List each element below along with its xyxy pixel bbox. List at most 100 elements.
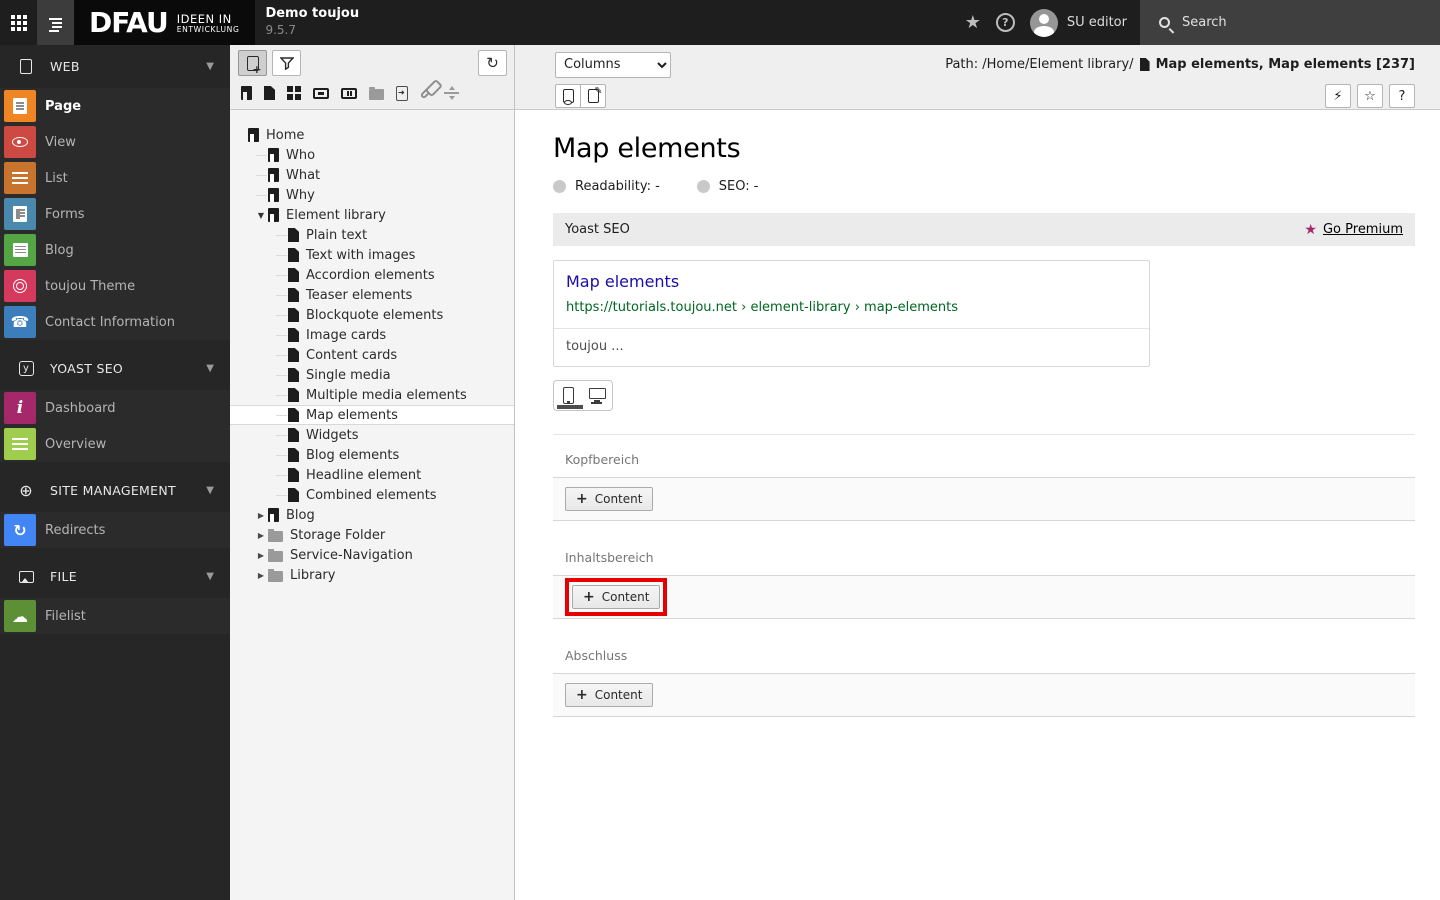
tree-node[interactable]: Widgets xyxy=(230,425,514,445)
collapse-arrow-icon[interactable] xyxy=(254,211,268,220)
sidebar-item-dashboard[interactable]: i Dashboard xyxy=(0,390,230,426)
divider-icon[interactable] xyxy=(444,86,459,100)
tree-node[interactable]: Text with images xyxy=(230,245,514,265)
search-icon xyxy=(1159,17,1170,28)
tree-node-service-navigation[interactable]: Service-Navigation xyxy=(230,545,514,565)
info-icon: i xyxy=(4,392,36,424)
section-inhaltsbereich: Inhaltsbereich Content xyxy=(553,550,1415,619)
tree-node-storage-folder[interactable]: Storage Folder xyxy=(230,525,514,545)
help-button[interactable]: ? xyxy=(1389,84,1415,108)
tree-node[interactable]: What xyxy=(230,165,514,185)
list-icon xyxy=(4,162,36,194)
filter-button[interactable] xyxy=(272,50,301,76)
clear-cache-button[interactable]: ⚡ xyxy=(1325,84,1351,108)
module-section-header-file[interactable]: FILE xyxy=(0,555,230,598)
page-icon xyxy=(248,128,259,142)
edit-page-button[interactable]: ✎ xyxy=(580,84,606,108)
standard-page-icon[interactable] xyxy=(241,86,252,100)
tree-node-library[interactable]: Library xyxy=(230,565,514,585)
module-section-header-web[interactable]: WEB xyxy=(0,45,230,88)
folder-icon xyxy=(268,548,283,562)
tree-node[interactable]: Content cards xyxy=(230,345,514,365)
sidebar-item-list[interactable]: List xyxy=(0,160,230,196)
view-mode-select[interactable]: Columns xyxy=(555,51,671,78)
modules-menu-button[interactable] xyxy=(0,0,37,45)
tree-node-map-elements-selected[interactable]: Map elements xyxy=(230,405,514,425)
pagetree-toggle-button[interactable] xyxy=(37,0,74,45)
seo-score: SEO: - xyxy=(696,179,758,194)
refresh-tree-button[interactable]: ↻ xyxy=(478,50,507,76)
expand-arrow-icon[interactable] xyxy=(254,531,268,540)
new-page-button[interactable] xyxy=(238,50,267,76)
module-section-yoast: y YOAST SEO i Dashboard Overview xyxy=(0,347,230,462)
pagetree-panel: ↻ Home Who What Why Element library Plai… xyxy=(230,45,515,900)
desktop-preview-button[interactable] xyxy=(583,381,612,410)
search-input[interactable]: Search xyxy=(1140,0,1440,45)
expand-arrow-icon[interactable] xyxy=(254,571,268,580)
tree-node[interactable]: Combined elements xyxy=(230,485,514,505)
sidebar-item-blog[interactable]: Blog xyxy=(0,232,230,268)
expand-arrow-icon[interactable] xyxy=(254,511,268,520)
sidebar-item-forms[interactable]: Forms xyxy=(0,196,230,232)
tree-node[interactable]: Multiple media elements xyxy=(230,385,514,405)
tree-node[interactable]: Plain text xyxy=(230,225,514,245)
plain-page-icon[interactable] xyxy=(264,86,275,100)
tree-node[interactable]: Blog elements xyxy=(230,445,514,465)
backend-section-icon[interactable] xyxy=(287,86,301,100)
snippet-preview: Map elements https://tutorials.toujou.ne… xyxy=(553,260,1150,367)
add-content-button[interactable]: Content xyxy=(565,683,654,707)
paste-page-icon[interactable] xyxy=(396,85,408,101)
go-premium-link[interactable]: Go Premium xyxy=(1323,222,1403,237)
sidebar-item-contact-information[interactable]: ☎ Contact Information xyxy=(0,304,230,340)
pagetree-toolbar: ↻ xyxy=(230,45,514,110)
tree-node[interactable]: Blockquote elements xyxy=(230,305,514,325)
module-section-header-yoast[interactable]: y YOAST SEO xyxy=(0,347,230,390)
module-section-header-sitemanagement[interactable]: ⊕ SITE MANAGEMENT xyxy=(0,469,230,512)
document-icon xyxy=(288,308,299,322)
sidebar-item-view[interactable]: View xyxy=(0,124,230,160)
page-icon xyxy=(268,208,279,222)
document-icon xyxy=(288,388,299,402)
tree-node[interactable]: Teaser elements xyxy=(230,285,514,305)
breadcrumb: Path: /Home/Element library/ Map element… xyxy=(945,57,1415,72)
bookmark-button[interactable]: ☆ xyxy=(1357,84,1383,108)
docheader-right-buttons: ⚡ ☆ ? xyxy=(1325,84,1415,108)
refresh-icon: ↻ xyxy=(486,54,499,72)
sidebar-item-redirects[interactable]: ↻ Redirects xyxy=(0,512,230,548)
document-icon xyxy=(288,288,299,302)
add-content-button[interactable]: Content xyxy=(565,487,654,511)
tree-node[interactable]: Single media xyxy=(230,365,514,385)
sidebar-item-filelist[interactable]: ☁ Filelist xyxy=(0,598,230,634)
mount-point-icon[interactable] xyxy=(313,87,329,99)
cloud-list-icon: ☁ xyxy=(4,600,36,632)
folder-icon[interactable] xyxy=(369,86,384,100)
document-icon xyxy=(288,408,299,422)
tree-node-element-library[interactable]: Element library xyxy=(230,205,514,225)
tree-node[interactable]: Headline element xyxy=(230,465,514,485)
sidebar-item-page[interactable]: Page xyxy=(0,88,230,124)
view-webpage-icon xyxy=(562,89,574,105)
tree-node[interactable]: Image cards xyxy=(230,325,514,345)
sidebar-item-overview[interactable]: Overview xyxy=(0,426,230,462)
sidebar-item-toujou-theme[interactable]: toujou Theme xyxy=(0,268,230,304)
plus-icon xyxy=(576,688,588,702)
site-name: Demo toujou xyxy=(265,6,360,22)
shortcut-link-icon[interactable] xyxy=(419,86,433,100)
help-icon[interactable]: ? xyxy=(995,13,1015,32)
tree-node-home[interactable]: Home xyxy=(230,125,514,145)
bookmark-star-icon[interactable]: ★ xyxy=(965,12,981,33)
contact-icon: ☎ xyxy=(4,306,36,338)
user-menu[interactable]: SU editor xyxy=(1029,8,1127,37)
add-content-button-highlighted[interactable]: Content xyxy=(572,585,661,609)
divider xyxy=(553,434,1415,435)
folder-icon xyxy=(268,568,283,582)
tree-node-blog[interactable]: Blog xyxy=(230,505,514,525)
recycler-icon[interactable] xyxy=(341,87,357,99)
view-webpage-button[interactable] xyxy=(555,84,581,108)
expand-arrow-icon[interactable] xyxy=(254,551,268,560)
lightning-icon: ⚡ xyxy=(1333,88,1343,104)
tree-node[interactable]: Why xyxy=(230,185,514,205)
filter-icon xyxy=(279,56,294,70)
tree-node[interactable]: Accordion elements xyxy=(230,265,514,285)
tree-node[interactable]: Who xyxy=(230,145,514,165)
